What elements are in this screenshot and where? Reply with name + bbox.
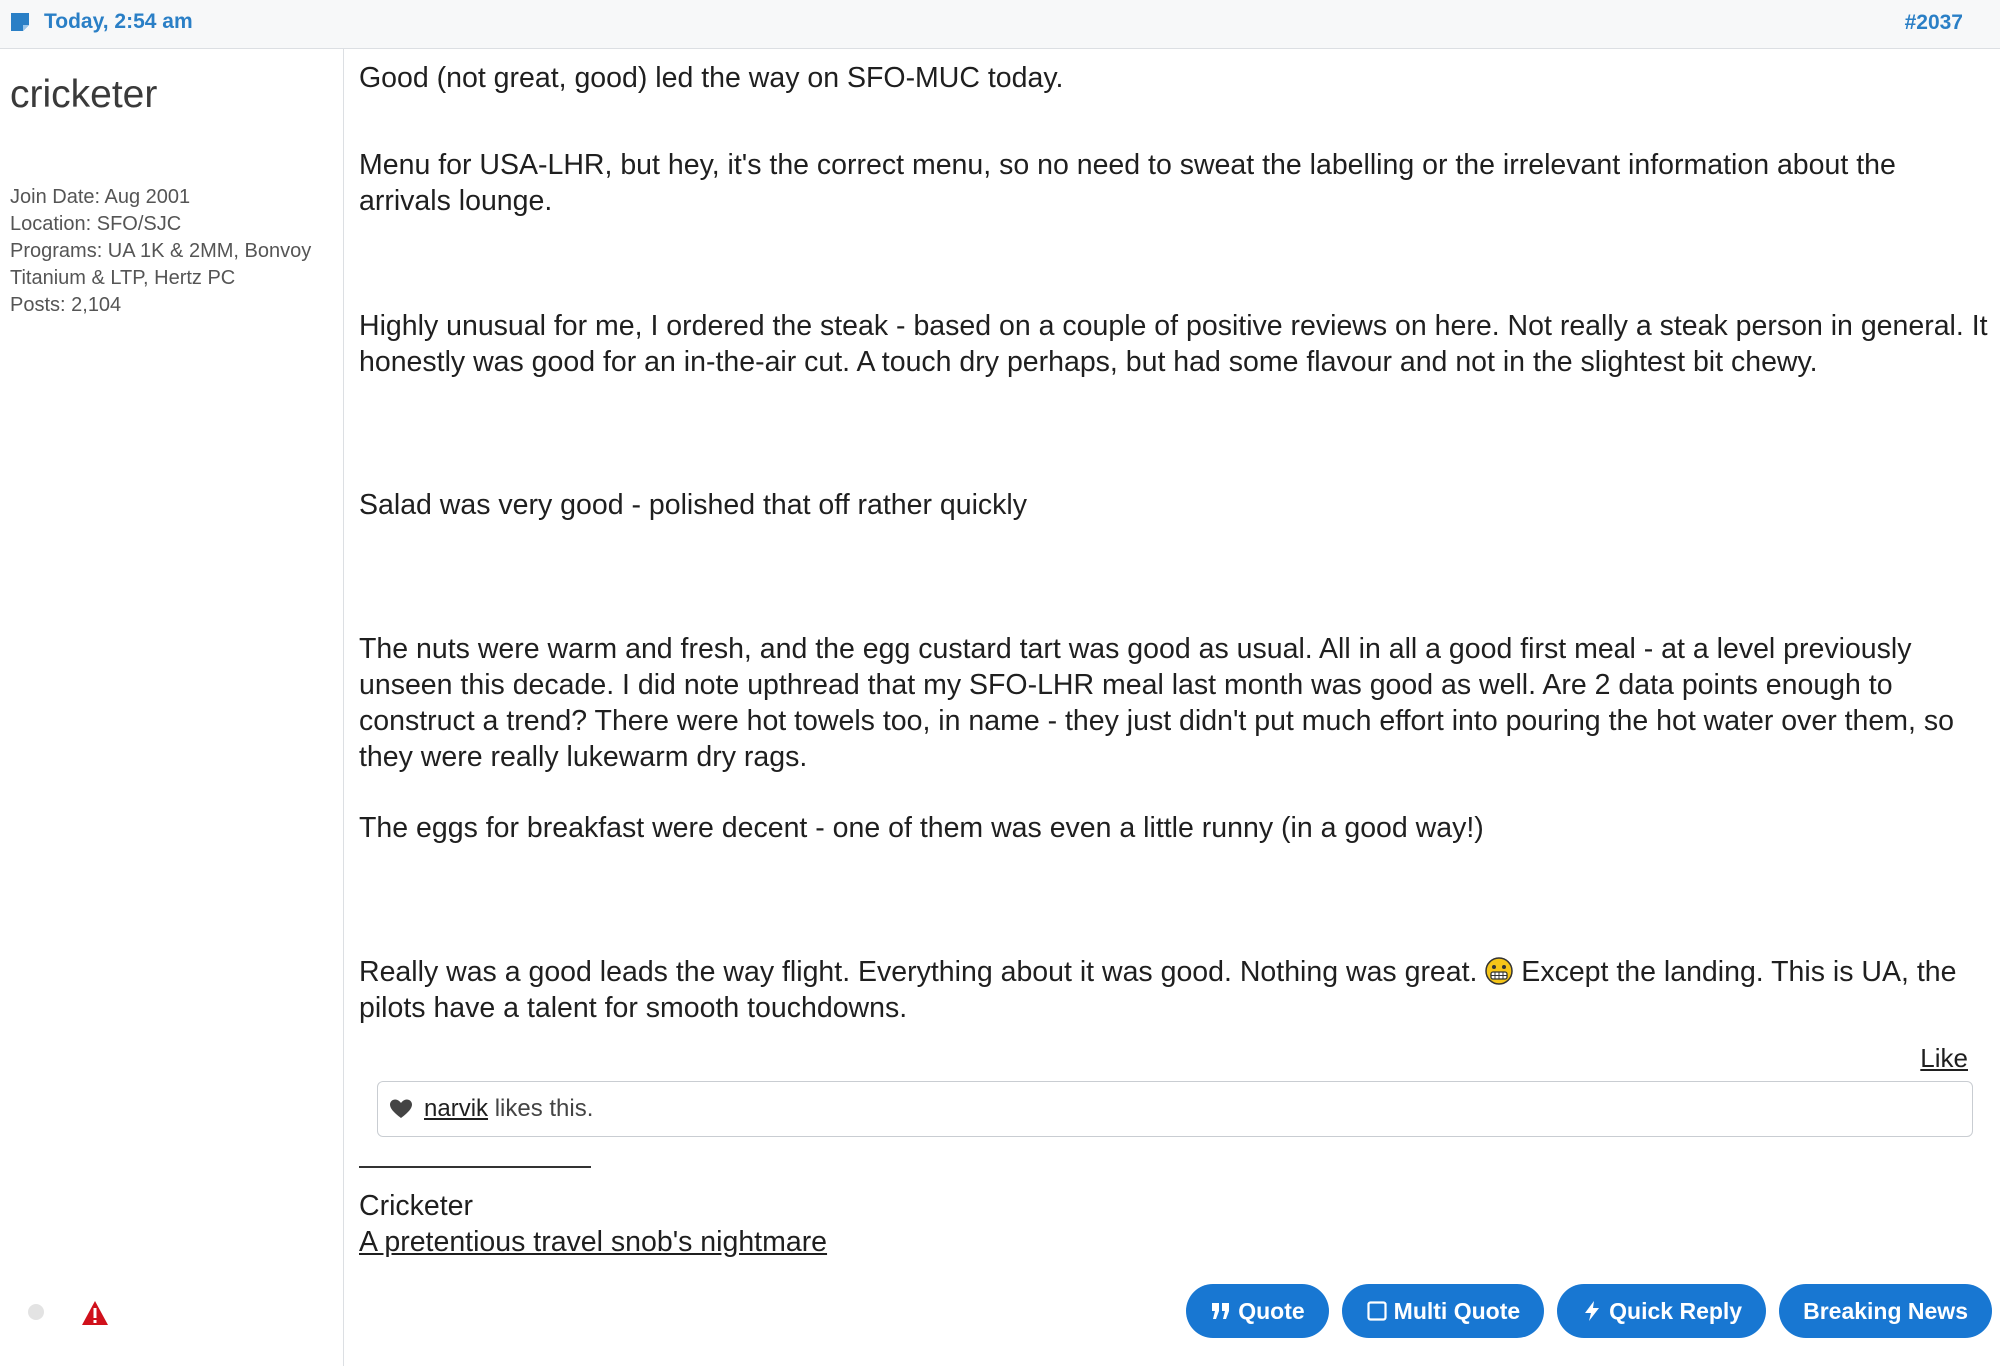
posts-count: Posts: 2,104 bbox=[10, 294, 122, 316]
quick-reply-button[interactable]: Quick Reply bbox=[1557, 1284, 1767, 1338]
post-date-text: Today, 2:54 am bbox=[44, 10, 193, 33]
post-number-link[interactable]: #2037 bbox=[1905, 11, 1963, 35]
signature-name: Cricketer bbox=[359, 1190, 474, 1222]
post-paragraph: Good (not great, good) led the way on SF… bbox=[359, 62, 1064, 94]
post-text: Really was a good leads the way flight. … bbox=[359, 956, 1486, 988]
post-icon bbox=[11, 13, 29, 31]
likes-text: narvik likes this. bbox=[424, 1095, 593, 1123]
lightning-icon bbox=[1585, 1301, 1600, 1321]
username[interactable]: cricketer bbox=[10, 73, 157, 117]
like-link[interactable]: Like bbox=[1920, 1043, 1968, 1074]
location: Location: SFO/SJC bbox=[10, 213, 182, 235]
quick-reply-label: Quick Reply bbox=[1609, 1297, 1743, 1324]
heart-icon bbox=[390, 1099, 412, 1118]
breaking-news-button[interactable]: Breaking News bbox=[1779, 1284, 1992, 1338]
signature-divider bbox=[359, 1166, 591, 1168]
quote-button[interactable]: Quote bbox=[1186, 1284, 1329, 1338]
join-date: Join Date: Aug 2001 bbox=[10, 186, 191, 208]
quote-icon bbox=[1212, 1303, 1230, 1319]
post-paragraph: The nuts were warm and fresh, and the eg… bbox=[359, 633, 1954, 773]
post-header: Today, 2:54 am #2037 bbox=[0, 0, 2000, 49]
signature-link[interactable]: A pretentious travel snob's nightmare bbox=[359, 1226, 827, 1259]
multi-quote-label: Multi Quote bbox=[1393, 1297, 1521, 1324]
liker-link[interactable]: narvik bbox=[424, 1095, 488, 1122]
checkbox-icon bbox=[1367, 1301, 1387, 1321]
post-paragraph: Menu for USA-LHR, but hey, it's the corr… bbox=[359, 149, 1896, 217]
post-actions: Quote Multi Quote Quick Reply Breaking N… bbox=[1186, 1284, 1992, 1338]
likes-box: narvik likes this. bbox=[377, 1081, 1973, 1137]
multi-quote-button[interactable]: Multi Quote bbox=[1341, 1284, 1545, 1338]
user-sidebar: cricketer Join Date: Aug 2001 Location: … bbox=[0, 49, 344, 1366]
post-date: Today, 2:54 am bbox=[10, 10, 193, 34]
user-meta: Join Date: Aug 2001 Location: SFO/SJC Pr… bbox=[10, 184, 340, 319]
post-paragraph: Highly unusual for me, I ordered the ste… bbox=[359, 310, 1988, 378]
programs: Programs: UA 1K & 2MM, Bonvoy Titanium &… bbox=[10, 240, 312, 289]
post-paragraph: Really was a good leads the way flight. … bbox=[359, 954, 1989, 1026]
post-paragraph: The eggs for breakfast were decent - one… bbox=[359, 812, 1484, 844]
online-status-icon bbox=[28, 1304, 44, 1320]
grimace-emoji-icon bbox=[1485, 957, 1514, 985]
quote-label: Quote bbox=[1238, 1297, 1305, 1324]
breaking-news-label: Breaking News bbox=[1803, 1297, 1968, 1324]
post-paragraph: Salad was very good - polished that off … bbox=[359, 489, 1028, 521]
likes-suffix: likes this. bbox=[488, 1095, 594, 1122]
report-warning-icon[interactable] bbox=[81, 1300, 109, 1326]
